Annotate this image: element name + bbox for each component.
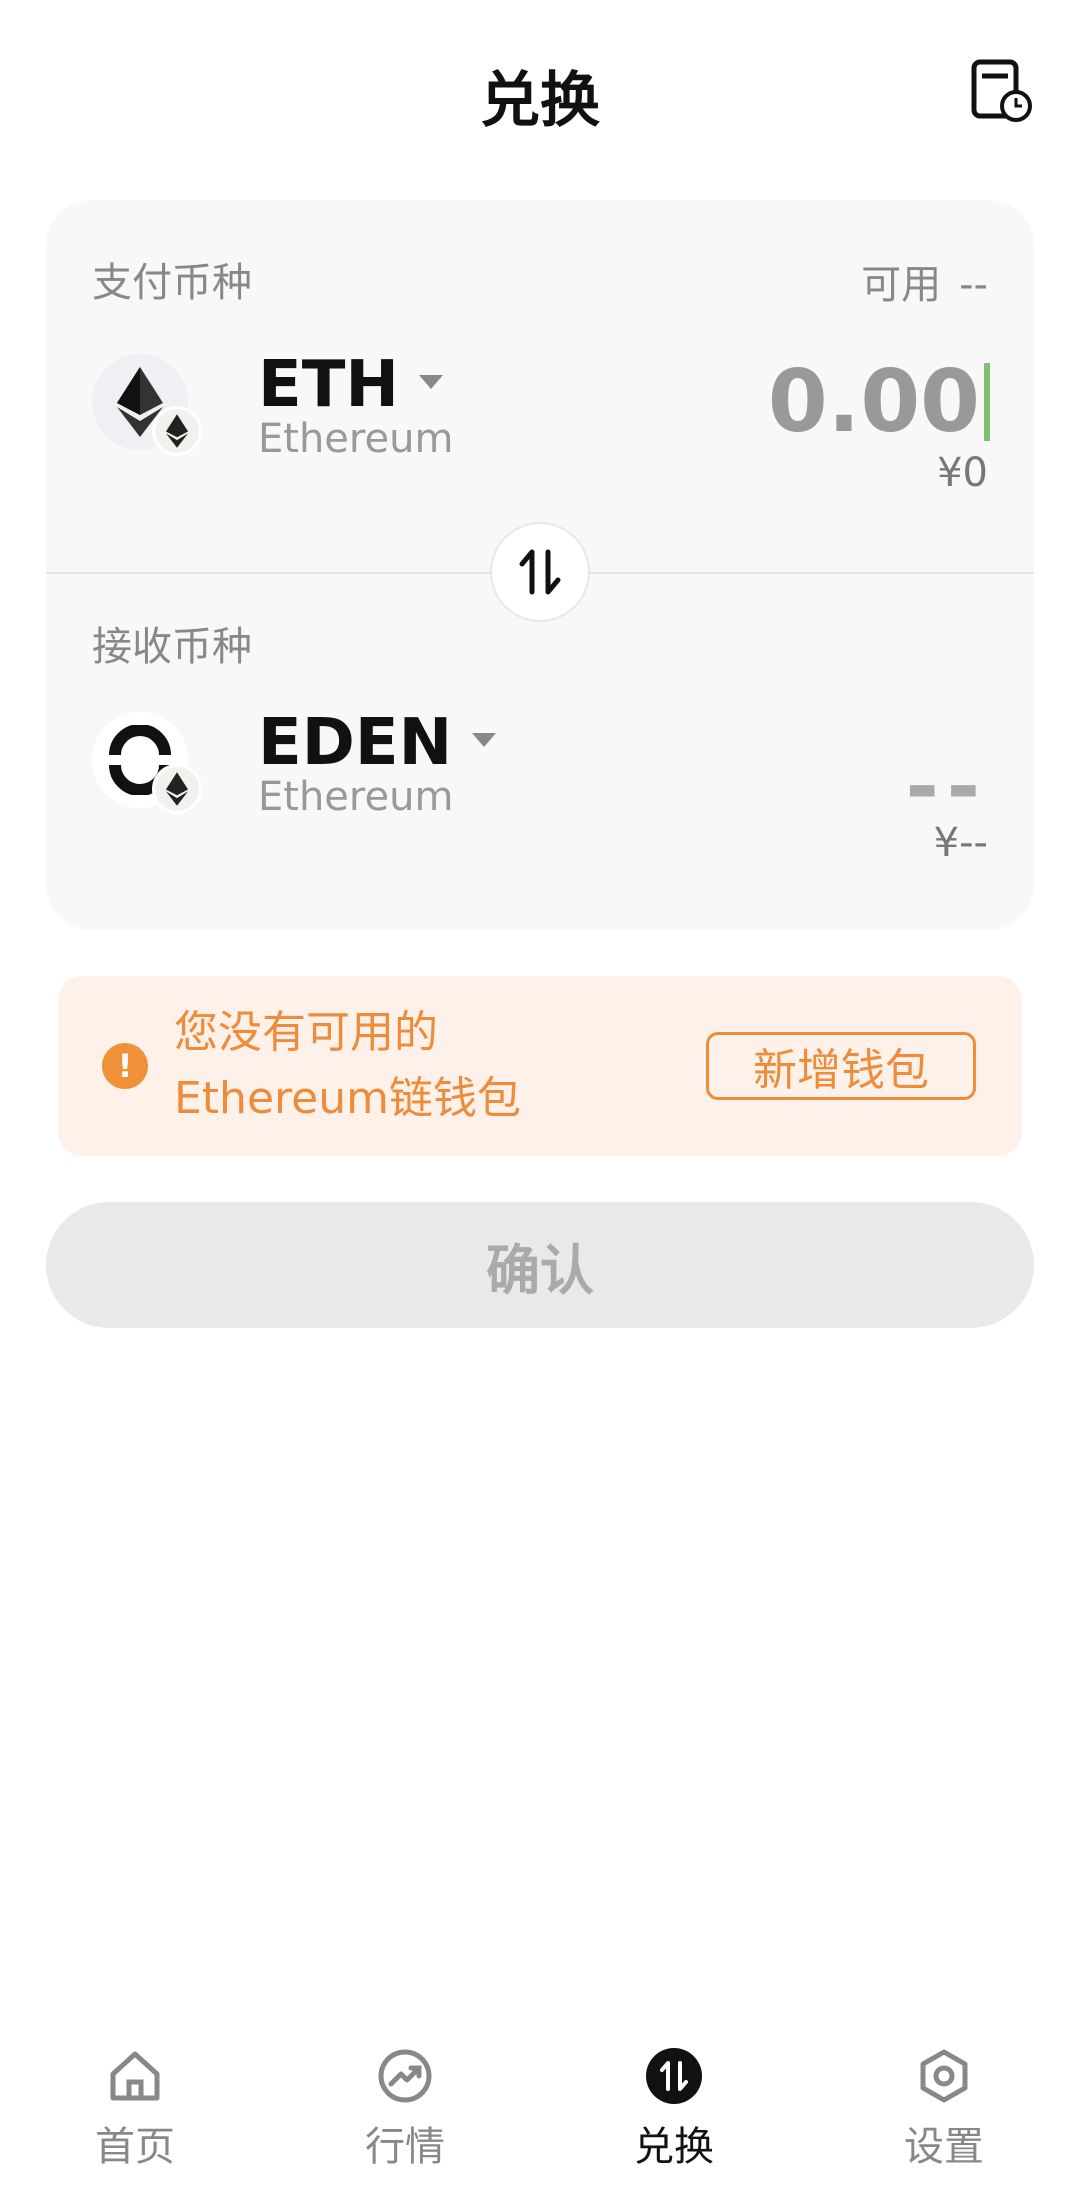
receive-fiat-value: ¥-- xyxy=(933,820,988,866)
tab-home[interactable]: 首页 xyxy=(55,2030,215,2180)
swap-direction-button[interactable] xyxy=(490,522,590,622)
warning-text: 您没有可用的 Ethereum链钱包 xyxy=(174,1007,521,1124)
no-wallet-warning: ! 您没有可用的 Ethereum链钱包 新增钱包 xyxy=(58,976,1022,1156)
pay-coin-symbol: ETH xyxy=(258,348,443,422)
tab-settings[interactable]: 设置 xyxy=(864,2030,1024,2180)
swap-card: 支付币种 可用 -- ETH Ethereum 0.00 ¥0 接收币种 EDE… xyxy=(46,200,1034,930)
tab-swap[interactable]: 兑换 xyxy=(594,2030,754,2180)
receive-coin-chain: Ethereum xyxy=(258,774,454,820)
chevron-down-icon xyxy=(472,733,497,748)
page-title: 兑换 xyxy=(480,66,600,136)
receive-coin-symbol: EDEN xyxy=(258,706,497,780)
exclamation-icon: ! xyxy=(102,1043,148,1089)
market-trend-icon xyxy=(375,2046,435,2106)
swap-icon xyxy=(644,2046,704,2106)
pay-fiat-value: ¥0 xyxy=(937,450,988,496)
swap-arrows-icon xyxy=(519,549,561,595)
pay-coin-chain: Ethereum xyxy=(258,416,454,462)
ethereum-chain-icon xyxy=(152,764,202,814)
bottom-tab-bar: 首页 行情 兑换 设置 xyxy=(0,2030,1080,2196)
history-icon[interactable] xyxy=(968,58,1032,122)
available-label: 可用 xyxy=(861,262,942,308)
confirm-button[interactable]: 确认 xyxy=(46,1202,1034,1328)
tab-label: 首页 xyxy=(95,2124,175,2170)
tab-label: 行情 xyxy=(365,2124,445,2170)
tab-market[interactable]: 行情 xyxy=(325,2030,485,2180)
home-icon xyxy=(105,2046,165,2106)
chevron-down-icon xyxy=(418,375,443,390)
ethereum-chain-icon xyxy=(152,406,202,456)
add-wallet-button[interactable]: 新增钱包 xyxy=(706,1032,976,1100)
header: 兑换 xyxy=(0,0,1080,180)
tab-label: 设置 xyxy=(904,2124,984,2170)
receive-label: 接收币种 xyxy=(92,624,252,670)
tab-label: 兑换 xyxy=(634,2124,714,2170)
pay-label: 支付币种 xyxy=(92,260,252,306)
settings-icon xyxy=(914,2046,974,2106)
text-cursor xyxy=(984,363,990,441)
pay-amount-input[interactable]: 0.00 xyxy=(768,352,990,452)
available-value: -- xyxy=(959,262,988,308)
available-balance: 可用 -- xyxy=(861,252,988,310)
